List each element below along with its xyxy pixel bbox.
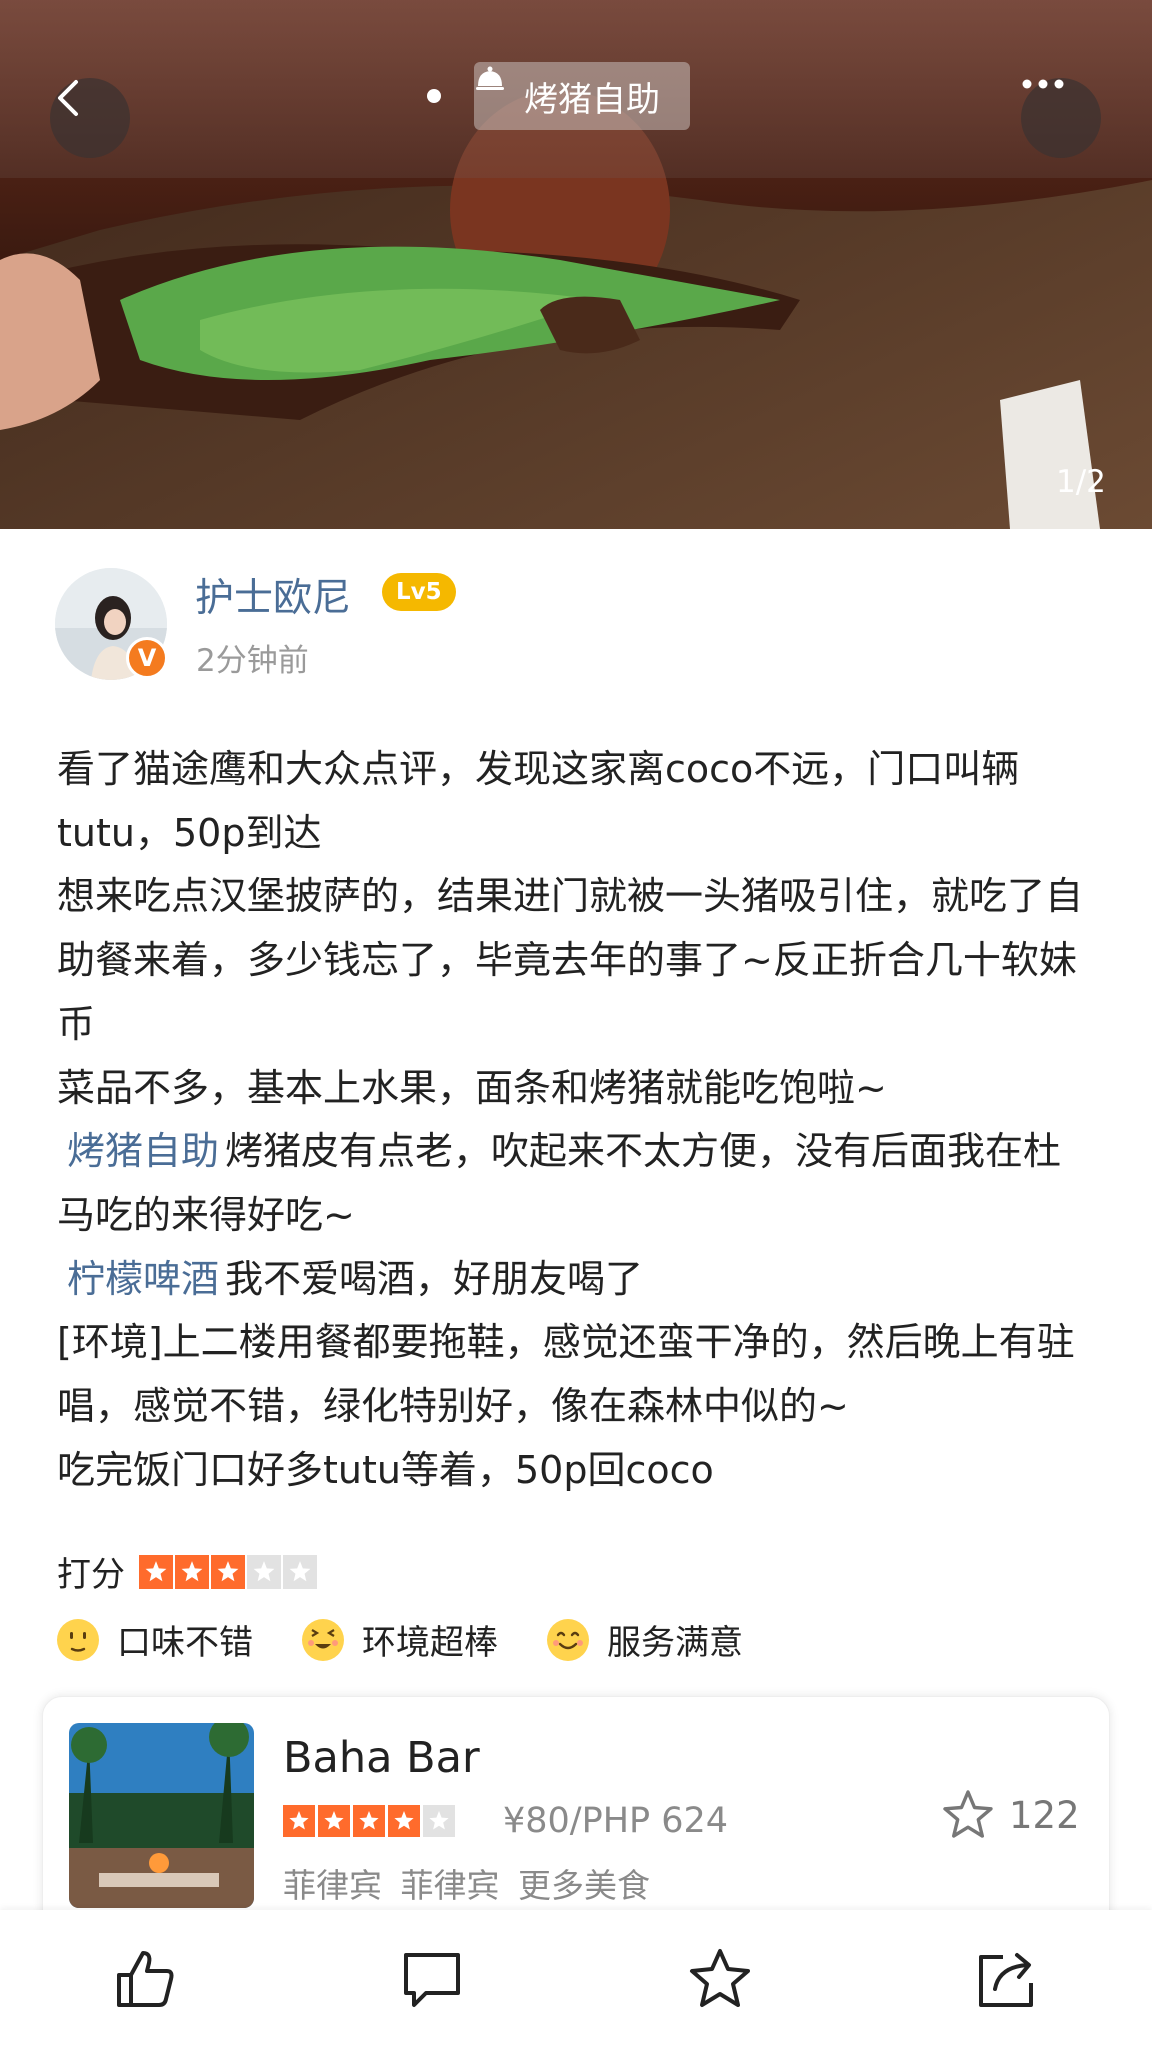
favorite-button[interactable] — [685, 1944, 755, 2014]
grin-face-icon — [302, 1618, 344, 1661]
review-paragraph: 看了猫途鹰和大众点评，发现这家离coco不远，门口叫辆tutu，50p到达 — [57, 747, 1020, 855]
star-filled-icon — [283, 1805, 315, 1837]
post-time: 2分钟前 — [196, 643, 309, 679]
shop-thumbnail — [69, 1723, 254, 1908]
star-filled-icon — [388, 1805, 420, 1837]
like-button[interactable] — [110, 1944, 180, 2014]
review-body: 看了猫途鹰和大众点评，发现这家离coco不远，门口叫辆tutu，50p到达 想来… — [57, 738, 1097, 1502]
star-filled-icon — [139, 1554, 173, 1589]
share-button[interactable] — [972, 1944, 1042, 2014]
star-filled-icon — [318, 1805, 350, 1837]
star-empty-icon — [423, 1805, 455, 1837]
review-paragraph: 烤猪自助 烤猪皮有点老，吹起来不太方便，没有后面我在杜马吃的来得好吃~ — [57, 1120, 1097, 1247]
star-filled-icon — [211, 1554, 245, 1589]
star-empty-icon — [247, 1554, 281, 1589]
dish-link[interactable]: 柠檬啤酒 — [67, 1257, 219, 1301]
author-name[interactable]: 护士欧尼 — [195, 567, 351, 623]
shop-meta: 菲律宾 菲律宾 更多美食 — [283, 1866, 650, 1905]
chevron-left-icon — [58, 80, 78, 116]
mood-label: 口味不错 — [117, 1623, 253, 1663]
dish-link[interactable]: 烤猪自助 — [67, 1129, 219, 1173]
more-button[interactable] — [1021, 78, 1101, 158]
mood-tag-taste: 口味不错 — [55, 1615, 253, 1664]
smile-face-icon — [547, 1618, 589, 1661]
rating-label: 打分 — [57, 1555, 125, 1595]
comment-icon — [404, 1953, 460, 2007]
dish-tag-label: 烤猪自助 — [524, 79, 660, 120]
mood-label: 环境超棒 — [362, 1623, 498, 1663]
review-paragraph: 柠檬啤酒 我不爱喝酒，好朋友喝了 — [57, 1248, 1097, 1312]
star-filled-icon — [175, 1554, 209, 1589]
level-badge: Lv5 — [382, 573, 456, 611]
shop-favorite-button[interactable]: 122 — [941, 1789, 1080, 1841]
photo-counter: 1/2 — [1056, 464, 1106, 500]
star-filled-icon — [353, 1805, 385, 1837]
shop-price: ¥80/PHP 624 — [503, 1801, 729, 1841]
comment-button[interactable] — [397, 1944, 467, 2014]
dish-comment: 我不爱喝酒，好朋友喝了 — [225, 1256, 644, 1301]
dish-tag[interactable]: 烤猪自助 — [474, 62, 690, 130]
bottom-action-bar — [0, 1910, 1152, 2048]
review-paragraph: 吃完饭门口好多tutu等着，50p回coco — [57, 1447, 714, 1492]
rating-stars — [139, 1554, 317, 1589]
shop-stars — [283, 1805, 455, 1837]
mood-tags: 口味不错 环境超棒 服务满意 — [55, 1615, 790, 1664]
neutral-face-icon — [57, 1618, 99, 1661]
star-outline-icon — [943, 1790, 993, 1838]
back-button[interactable] — [50, 78, 130, 158]
review-photo[interactable]: 烤猪自助 1/2 — [0, 0, 1152, 529]
like-icon — [117, 1951, 174, 2007]
rating-row: 打分 — [57, 1547, 317, 1596]
favorite-count: 122 — [1009, 1793, 1080, 1837]
more-dots-icon — [1022, 79, 1064, 89]
review-paragraph: 菜品不多，基本上水果，面条和烤猪就能吃饱啦~ — [57, 1065, 887, 1110]
review-paragraph: 想来吃点汉堡披萨的，结果进门就被一头猪吸引住，就吃了自助餐来着，多少钱忘了，毕竟… — [57, 874, 1084, 1046]
verified-badge: V — [126, 637, 168, 679]
mood-tag-environment: 环境超棒 — [300, 1615, 498, 1664]
share-icon — [979, 1953, 1033, 2007]
mood-tag-service: 服务满意 — [545, 1615, 743, 1664]
mood-label: 服务满意 — [607, 1623, 743, 1663]
favorite-icon — [690, 1949, 750, 2007]
star-empty-icon — [283, 1554, 317, 1589]
shop-name[interactable]: Baha Bar — [283, 1733, 480, 1783]
shop-photo — [69, 1723, 254, 1908]
review-paragraph: [环境]上二楼用餐都要拖鞋，感觉还蛮干净的，然后晚上有驻唱，感觉不错，绿化特别好… — [57, 1320, 1075, 1429]
tag-anchor-dot — [427, 89, 441, 103]
